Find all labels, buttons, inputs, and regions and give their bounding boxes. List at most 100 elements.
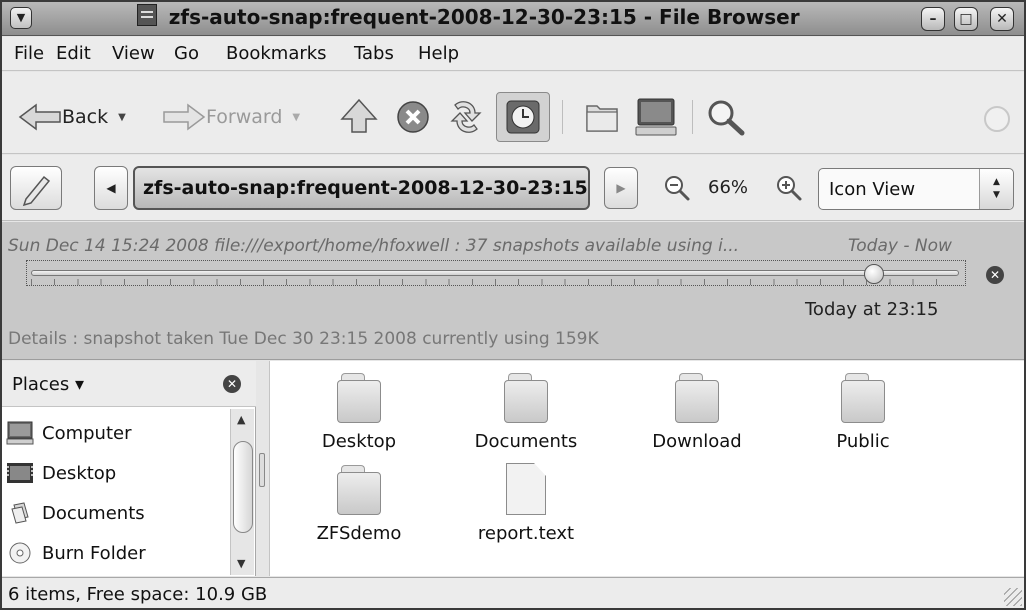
forward-arrow-icon <box>163 103 206 131</box>
status-bar: 6 items, Free space: 10.9 GB <box>2 577 1024 608</box>
scroll-up-icon[interactable]: ▲ <box>237 413 245 426</box>
toolbar: Back ▼ Forward ▼ <box>2 72 1024 154</box>
up-button[interactable] <box>340 97 378 135</box>
pane-grip[interactable] <box>259 453 265 487</box>
home-folder-icon <box>586 105 618 132</box>
cabinet-icon <box>137 4 157 26</box>
reload-button[interactable] <box>447 99 485 135</box>
stop-button[interactable] <box>396 100 430 134</box>
time-slider-button[interactable] <box>496 92 550 142</box>
sidebar-scroll-thumb[interactable] <box>233 441 253 533</box>
computer-button[interactable] <box>634 97 678 137</box>
sidebar-item-desktop[interactable]: Desktop <box>2 455 230 491</box>
home-button[interactable] <box>584 100 620 134</box>
forward-label: Forward <box>206 106 283 128</box>
back-arrow-icon <box>18 103 61 131</box>
search-button[interactable] <box>706 98 746 136</box>
toggle-location-entry-button[interactable] <box>10 166 62 210</box>
menu-go[interactable]: Go <box>174 43 199 64</box>
back-button[interactable]: Back ▼ <box>18 102 126 132</box>
computer-icon <box>6 421 34 445</box>
path-scroll-right-button[interactable]: ▶ <box>604 167 638 209</box>
time-slider-track[interactable] <box>31 270 959 276</box>
folder-item-download[interactable]: Download <box>622 373 772 452</box>
clock-icon <box>506 100 540 134</box>
folder-item-desktop[interactable]: Desktop <box>284 373 434 452</box>
snapshot-range: Today - Now <box>848 236 952 256</box>
sidebar-item-label: Burn Folder <box>42 542 146 564</box>
sidebar-item-documents[interactable]: Documents <box>2 495 230 531</box>
current-snapshot-label: Today at 23:15 <box>805 299 939 320</box>
pencil-icon <box>22 175 51 207</box>
file-name: Desktop <box>321 431 397 452</box>
view-mode-value: Icon View <box>829 179 916 200</box>
scroll-down-icon[interactable]: ▼ <box>237 557 245 570</box>
close-time-slider-icon[interactable]: ✕ <box>986 266 1004 284</box>
menu-tabs[interactable]: Tabs <box>354 43 394 64</box>
menu-view[interactable]: View <box>112 43 155 64</box>
close-window-button[interactable]: ✕ <box>990 7 1014 31</box>
forward-button[interactable]: Forward ▼ <box>162 102 300 132</box>
snapshot-details: Details : snapshot taken Tue Dec 30 23:1… <box>8 329 599 349</box>
minimize-button[interactable]: – <box>921 7 945 31</box>
maximize-button[interactable]: □ <box>954 7 978 31</box>
window-menu-button[interactable]: ▼ <box>10 7 32 29</box>
sidebar-item-label: Computer <box>42 422 132 444</box>
file-name: Download <box>652 431 742 452</box>
folder-item-zfsdemo[interactable]: ZFSdemo <box>284 465 434 544</box>
folder-icon <box>839 373 887 423</box>
menu-bar: File Edit View Go Bookmarks Tabs Help <box>2 37 1024 71</box>
places-dropdown[interactable]: Places ▾ <box>12 374 84 395</box>
file-name: report.text <box>477 523 575 544</box>
stop-icon <box>397 101 429 133</box>
file-view: Desktop Documents Download Public ZFSdem… <box>270 361 1024 576</box>
zoom-level[interactable]: 66% <box>708 177 748 198</box>
throbber-icon <box>984 106 1010 132</box>
file-name: Documents <box>474 431 578 452</box>
computer-icon <box>635 98 677 136</box>
menu-bookmarks[interactable]: Bookmarks <box>226 43 327 64</box>
burn-folder-icon <box>9 542 31 564</box>
view-mode-select[interactable]: Icon View ▲ ▼ <box>818 168 1014 210</box>
menu-help[interactable]: Help <box>418 43 459 64</box>
sidebar-item-label: Documents <box>42 502 145 524</box>
sidebar-item-computer[interactable]: Computer <box>2 415 230 451</box>
back-history-dropdown[interactable]: ▼ <box>118 112 126 123</box>
location-bar: ◀ zfs-auto-snap:frequent-2008-12-30-23:1… <box>2 155 1024 221</box>
search-icon <box>708 100 745 136</box>
activity-throbber <box>982 104 1012 134</box>
zoom-out-icon <box>665 176 690 201</box>
sidebar-header: Places ▾ ✕ <box>2 361 256 407</box>
documents-icon <box>11 502 29 524</box>
menu-edit[interactable]: Edit <box>56 43 91 64</box>
zoom-in-icon <box>777 176 802 201</box>
sidebar-scrollbar[interactable]: ▲ ▼ <box>230 409 254 575</box>
folder-icon <box>335 373 383 423</box>
toolbar-separator <box>562 100 563 134</box>
zoom-out-button[interactable] <box>662 173 692 208</box>
toolbar-separator <box>692 100 693 134</box>
file-name: ZFSdemo <box>316 523 402 544</box>
file-item-report[interactable]: report.text <box>451 463 601 544</box>
path-button-current[interactable]: zfs-auto-snap:frequent-2008-12-30-23:15 <box>133 166 590 210</box>
folder-icon <box>673 373 721 423</box>
folder-item-documents[interactable]: Documents <box>451 373 601 452</box>
close-sidebar-icon[interactable]: ✕ <box>223 375 241 393</box>
up-arrow-icon <box>340 98 378 133</box>
folder-item-public[interactable]: Public <box>788 373 938 452</box>
pane-resize-handle[interactable] <box>256 361 270 576</box>
time-slider-panel: Sun Dec 14 15:24 2008 file:///export/hom… <box>2 222 1024 360</box>
menu-file[interactable]: File <box>14 43 44 64</box>
forward-history-dropdown[interactable]: ▼ <box>292 112 300 123</box>
folder-icon <box>335 465 383 515</box>
zoom-in-button[interactable] <box>774 173 804 208</box>
back-label: Back <box>62 106 109 128</box>
time-slider-frame[interactable] <box>26 260 966 286</box>
path-scroll-left-button[interactable]: ◀ <box>94 166 128 210</box>
title-wrap: zfs-auto-snap:frequent-2008-12-30-23:15 … <box>137 4 800 33</box>
title-bar[interactable]: ▼ zfs-auto-snap:frequent-2008-12-30-23:1… <box>2 2 1024 36</box>
desktop-icon <box>7 463 33 483</box>
window-resize-grip[interactable] <box>1004 588 1022 606</box>
text-file-icon <box>506 463 546 515</box>
sidebar-item-burn-folder[interactable]: Burn Folder <box>2 535 230 571</box>
